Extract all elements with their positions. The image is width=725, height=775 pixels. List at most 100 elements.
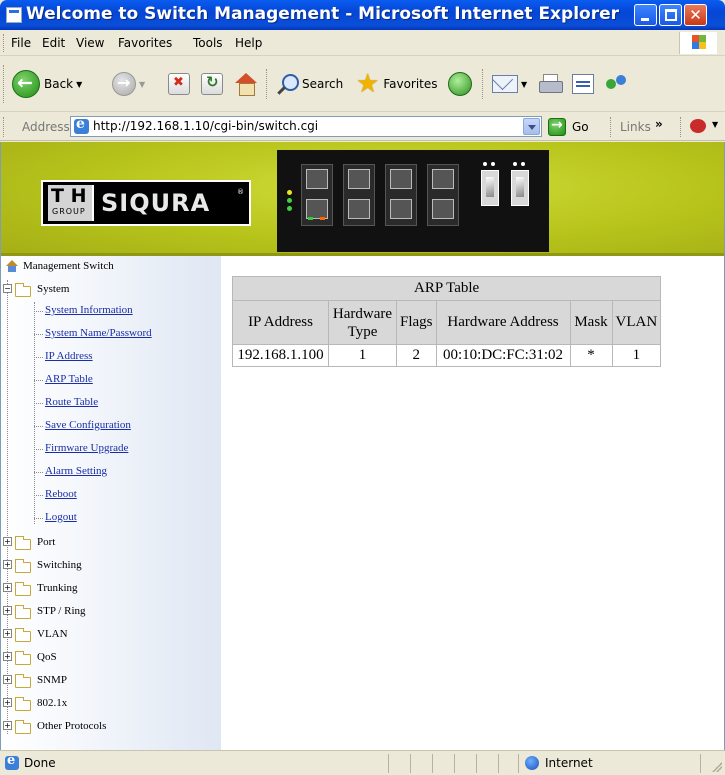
go-button[interactable]: Go	[548, 117, 589, 137]
link-reboot[interactable]: Reboot	[45, 488, 77, 500]
link-system-information[interactable]: System Information	[45, 304, 133, 316]
menu-tools[interactable]: Tools	[193, 36, 223, 50]
tree-folder-label: VLAN	[37, 628, 68, 640]
folder-icon	[15, 628, 31, 642]
internet-zone-icon	[525, 756, 539, 770]
maximize-button[interactable]	[659, 4, 682, 26]
title-bar: Welcome to Switch Management - Microsoft…	[0, 0, 725, 30]
tree-folder-other-protocols[interactable]: + Other Protocols	[1, 715, 221, 738]
forward-button[interactable]: ▼	[112, 67, 145, 101]
page-done-icon	[5, 753, 19, 770]
port-3	[348, 199, 370, 219]
mail-dropdown-icon[interactable]: ▼	[521, 80, 527, 89]
port-2	[306, 169, 328, 189]
favorites-label: Favorites	[383, 77, 438, 91]
stop-button[interactable]	[168, 67, 190, 101]
port-5	[390, 199, 412, 219]
folder-icon	[15, 582, 31, 596]
tree-folder-qos[interactable]: + QoS	[1, 646, 221, 669]
address-dropdown-icon[interactable]	[523, 118, 540, 135]
tree-folder-stp-ring[interactable]: + STP / Ring	[1, 600, 221, 623]
link-ip-address[interactable]: IP Address	[45, 350, 93, 362]
status-bar: Done Internet	[0, 750, 725, 775]
back-button[interactable]: Back ▼	[12, 67, 82, 101]
column-header-hardware-address: Hardware Address	[435, 300, 571, 345]
links-label[interactable]: Links	[620, 120, 651, 134]
edit-page-icon	[572, 74, 594, 94]
expand-icon[interactable]: +	[3, 721, 12, 730]
sfp-port-g2	[511, 170, 529, 206]
links-chevron[interactable]: »	[655, 117, 663, 131]
status-text: Done	[24, 756, 56, 770]
links-separator	[610, 117, 612, 137]
research-dropdown-icon[interactable]: ▼	[712, 120, 718, 129]
tree-folder-label: Port	[37, 536, 56, 548]
tree-folder-snmp[interactable]: + SNMP	[1, 669, 221, 692]
expand-icon[interactable]: +	[3, 698, 12, 707]
expand-icon[interactable]: +	[3, 675, 12, 684]
tree-folder-802-1x[interactable]: + 802.1x	[1, 692, 221, 715]
minimize-button[interactable]	[634, 4, 657, 26]
forward-dropdown-icon[interactable]: ▼	[139, 80, 145, 89]
messenger-button[interactable]	[604, 67, 630, 101]
collapse-icon[interactable]: −	[3, 284, 12, 293]
tree-folder-switching[interactable]: + Switching	[1, 554, 221, 577]
cell-flags: 2	[396, 344, 437, 367]
window-title: Welcome to Switch Management - Microsoft…	[26, 4, 619, 24]
menu-view[interactable]: View	[76, 36, 104, 50]
column-header-hardware-type: Hardware Type	[328, 300, 397, 345]
forward-arrow-icon	[112, 72, 136, 96]
refresh-button[interactable]	[201, 67, 223, 101]
address-box[interactable]	[70, 116, 542, 137]
tree-folder-trunking[interactable]: + Trunking	[1, 577, 221, 600]
expand-icon[interactable]: +	[3, 537, 12, 546]
link-route-table[interactable]: Route Table	[45, 396, 98, 408]
link-arp-table[interactable]: ARP Table	[45, 373, 93, 385]
tree-folder-label: STP / Ring	[37, 605, 86, 617]
favorites-button[interactable]: ★ Favorites	[356, 67, 438, 101]
link-firmware-upgrade[interactable]: Firmware Upgrade	[45, 442, 128, 454]
edit-button[interactable]	[572, 67, 594, 101]
research-icon[interactable]	[690, 119, 706, 133]
menu-help[interactable]: Help	[235, 36, 262, 50]
link-system-name-password[interactable]: System Name/Password	[45, 327, 152, 339]
system-branch-line	[34, 302, 35, 524]
logo-brand-text: SIQURA	[101, 189, 211, 217]
link-save-configuration[interactable]: Save Configuration	[45, 419, 131, 431]
expand-icon[interactable]: +	[3, 652, 12, 661]
column-header-ip-address: IP Address	[232, 300, 329, 345]
tree-folder-vlan[interactable]: + VLAN	[1, 623, 221, 646]
windows-logo-throbber	[679, 32, 717, 54]
tree-folder-label: QoS	[37, 651, 57, 663]
ie-window-icon[interactable]	[6, 7, 22, 23]
folder-icon	[15, 536, 31, 550]
expand-icon[interactable]: +	[3, 583, 12, 592]
search-label: Search	[302, 77, 344, 91]
resize-grip[interactable]	[712, 762, 722, 772]
search-button[interactable]: Search	[276, 67, 343, 101]
address-input[interactable]	[93, 119, 493, 133]
tree-folder-port[interactable]: + Port	[1, 531, 221, 554]
expand-icon[interactable]: +	[3, 606, 12, 615]
media-button[interactable]	[448, 67, 472, 101]
toolbar-separator-2	[482, 69, 484, 99]
mail-button[interactable]: ▼	[492, 67, 527, 101]
menu-edit[interactable]: Edit	[42, 36, 65, 50]
link-logout[interactable]: Logout	[45, 511, 77, 523]
home-button[interactable]	[234, 67, 258, 101]
back-dropdown-icon[interactable]: ▼	[76, 80, 82, 89]
menu-favorites[interactable]: Favorites	[118, 36, 172, 50]
tree-root[interactable]: Management Switch	[1, 256, 221, 276]
menu-file[interactable]: File	[11, 36, 31, 50]
management-switch-icon	[5, 260, 19, 272]
tree-folder-system[interactable]: − System	[1, 278, 221, 300]
expand-icon[interactable]: +	[3, 560, 12, 569]
print-button[interactable]	[538, 67, 563, 101]
close-button[interactable]: ✕	[684, 4, 707, 26]
folder-icon	[15, 720, 31, 734]
port-pair-5-6	[385, 164, 417, 226]
menubar-grip	[3, 34, 5, 52]
go-label: Go	[572, 120, 589, 134]
link-alarm-setting[interactable]: Alarm Setting	[45, 465, 107, 477]
expand-icon[interactable]: +	[3, 629, 12, 638]
